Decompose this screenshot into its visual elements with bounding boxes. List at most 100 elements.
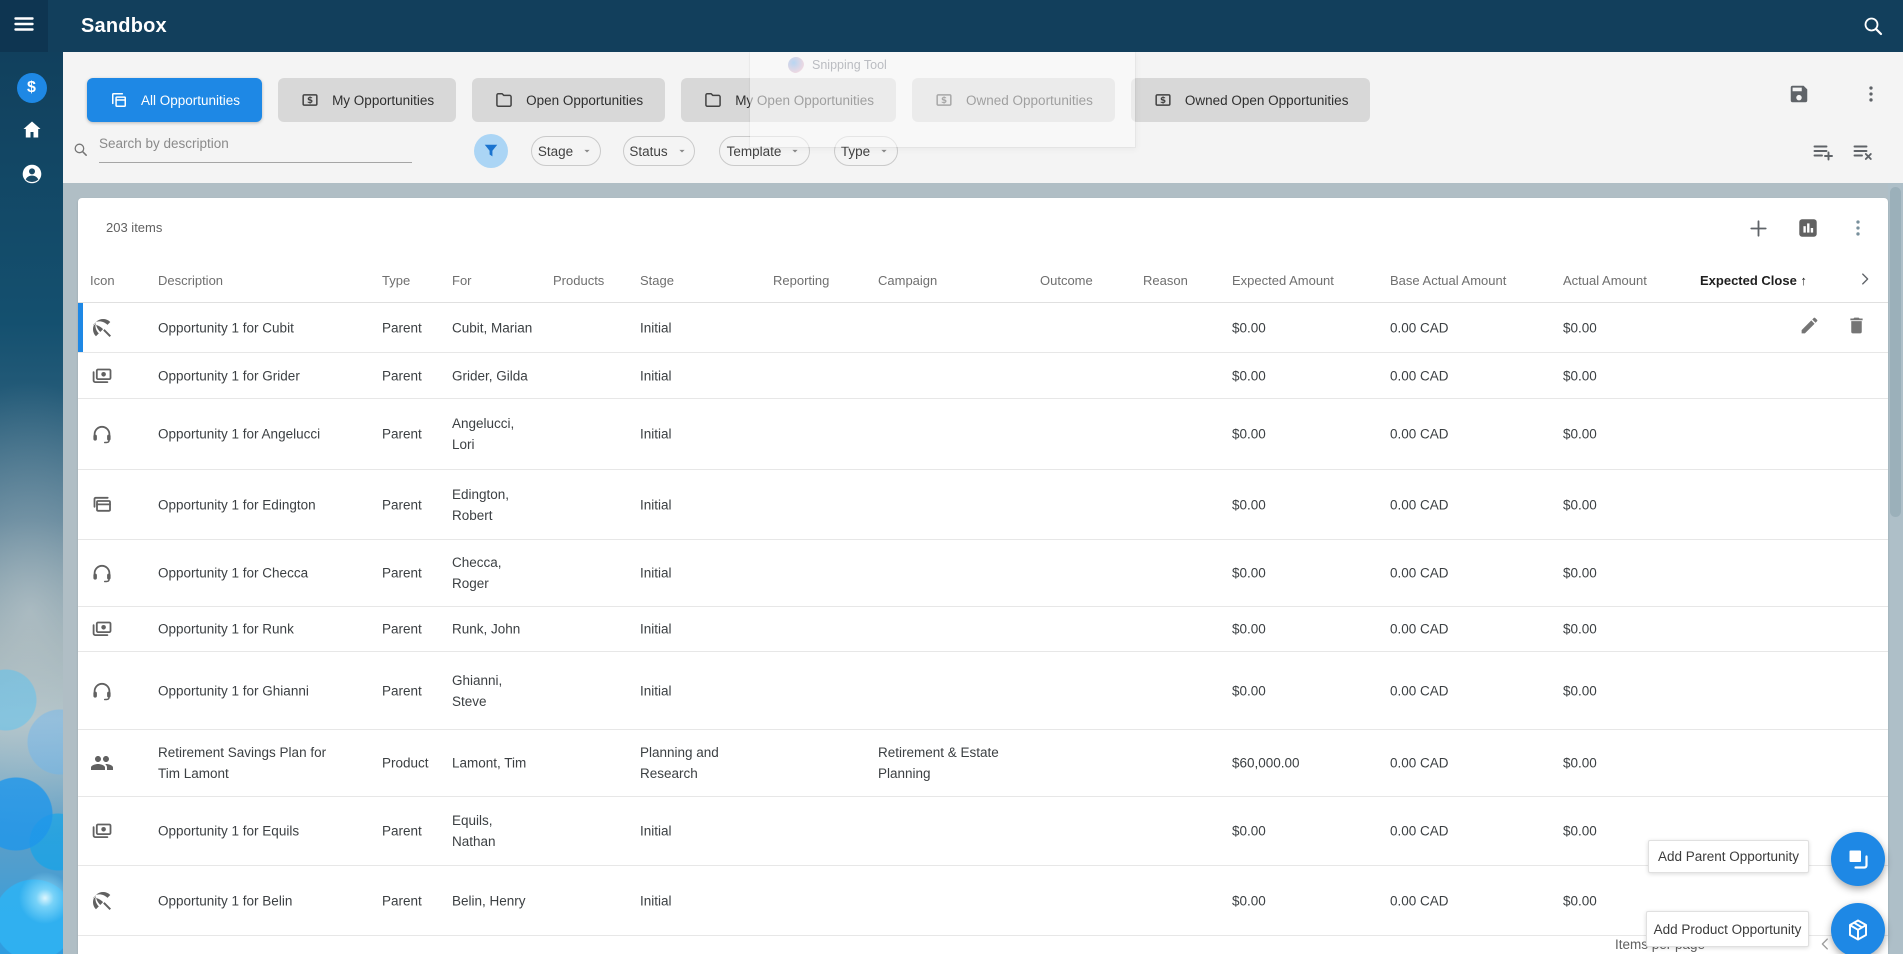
payments-icon: [90, 617, 114, 641]
snipping-tool-title: Snipping Tool: [812, 58, 887, 72]
table-row-5[interactable]: Opportunity 1 for Checca Parent Checca, Ro…: [78, 540, 1888, 607]
cell-actual-amount: $0.00: [1563, 368, 1597, 383]
add-parent-opportunity-fab[interactable]: [1831, 832, 1885, 886]
menu-button[interactable]: [0, 0, 48, 52]
vertical-scrollbar[interactable]: [1888, 183, 1903, 954]
tooltip-add-parent-opportunity: Add Parent Opportunity: [1648, 840, 1809, 873]
cell-stage: Initial: [640, 621, 672, 637]
cell-actual-amount: $0.00: [1563, 426, 1597, 442]
table-row-10[interactable]: Opportunity 1 for Belin Parent Belin, Henr…: [78, 866, 1888, 936]
headset-icon: [90, 422, 114, 446]
cell-type: Parent: [382, 426, 422, 442]
cell-description: Retirement Savings Plan for Tim Lamont: [158, 745, 327, 781]
cell-expected-amount: $0.00: [1232, 565, 1266, 581]
umbrella-icon: [90, 889, 114, 913]
column-header-products[interactable]: Products: [553, 273, 604, 288]
cell-actual-amount: $0.00: [1563, 893, 1597, 908]
filter-chip-stage[interactable]: Stage: [531, 136, 601, 166]
cell-description: Opportunity 1 for Grider: [158, 368, 300, 383]
column-header-base-actual-amount[interactable]: Base Actual Amount: [1390, 273, 1506, 288]
rail-item-account[interactable]: [0, 154, 63, 198]
column-header-for[interactable]: For: [452, 273, 472, 288]
pagination-bar: Items per page: [78, 933, 1888, 954]
cell-base-actual-amount: 0.00 CAD: [1390, 621, 1449, 637]
headset-icon: [90, 561, 114, 585]
table-row-1[interactable]: Opportunity 1 for Cubit Parent Cubit, Mari…: [78, 303, 1888, 353]
table-row-7[interactable]: Opportunity 1 for Ghianni Parent Ghianni, …: [78, 652, 1888, 730]
column-header-outcome[interactable]: Outcome: [1040, 273, 1093, 288]
cell-stage: Planning and Research: [640, 745, 719, 781]
add-to-list-icon-button[interactable]: [1811, 140, 1835, 164]
column-header-type[interactable]: Type: [382, 273, 410, 288]
money-box-icon: $: [300, 90, 320, 110]
cell-actual-amount: $0.00: [1563, 683, 1597, 698]
save-view-button[interactable]: [1787, 82, 1811, 106]
caret-down-icon: [675, 144, 689, 158]
filter-chip-status[interactable]: Status: [623, 136, 695, 166]
view-tab-label: Owned Open Opportunities: [1184, 92, 1349, 108]
view-tab-all-opportunities[interactable]: All Opportunities: [87, 78, 263, 122]
remove-from-list-icon-button[interactable]: [1851, 140, 1875, 164]
column-header-icon[interactable]: Icon: [90, 273, 115, 288]
filter-funnel-button[interactable]: [474, 134, 508, 168]
cell-actual-amount: $0.00: [1563, 755, 1597, 771]
column-header-description[interactable]: Description: [158, 273, 223, 288]
payments-icon: [90, 819, 114, 843]
view-tab-my-opportunities[interactable]: $ My Opportunities: [278, 78, 457, 122]
table-row-3[interactable]: Opportunity 1 for Angelucci Parent Angeluc…: [78, 399, 1888, 470]
more-columns-chevron[interactable]: [1856, 270, 1874, 288]
rail-item-opportunities[interactable]: $: [0, 66, 63, 110]
table-row-6[interactable]: Opportunity 1 for Runk Parent Runk, John In…: [78, 607, 1888, 652]
column-header-expected-amount[interactable]: Expected Amount: [1232, 273, 1334, 288]
table-row-8[interactable]: Retirement Savings Plan for Tim Lamont Pr…: [78, 730, 1888, 797]
view-options-kebab-button[interactable]: [1859, 82, 1883, 106]
cell-stage: Initial: [640, 320, 672, 335]
cell-description: Opportunity 1 for Runk: [158, 621, 294, 637]
saved-view-tabs: All Opportunities $ My Opportunities Open O…: [87, 78, 1371, 122]
umbrella-icon: [90, 316, 114, 340]
column-header-stage[interactable]: Stage: [640, 273, 674, 288]
hamburger-menu-icon: [12, 12, 36, 41]
cell-description: Opportunity 1 for Cubit: [158, 320, 294, 335]
cell-for: Angelucci, Lori: [452, 416, 515, 452]
view-tab-label: Open Opportunities: [526, 92, 644, 108]
items-count: 203 items: [106, 220, 163, 235]
cell-stage: Initial: [640, 497, 672, 512]
search-input[interactable]: [99, 136, 412, 151]
view-tab-owned-open-opportunities[interactable]: $ Owned Open Opportunities: [1130, 78, 1371, 122]
cell-stage: Initial: [640, 683, 672, 698]
cell-actual-amount: $0.00: [1563, 497, 1597, 512]
add-item-button[interactable]: [1746, 216, 1770, 240]
table-header: Icon Description Type For Products Stage Repor…: [78, 258, 1888, 303]
rail-item-home[interactable]: [0, 110, 63, 154]
scrollbar-thumb[interactable]: [1890, 187, 1901, 517]
view-tab-label: My Opportunities: [332, 92, 435, 108]
left-nav-rail: $: [0, 52, 63, 954]
column-header-campaign[interactable]: Campaign: [878, 273, 937, 288]
chart-view-button[interactable]: [1796, 216, 1820, 240]
cell-base-actual-amount: 0.00 CAD: [1390, 565, 1449, 581]
cell-base-actual-amount: 0.00 CAD: [1390, 426, 1449, 442]
column-header-actual-amount[interactable]: Actual Amount: [1563, 273, 1647, 288]
table-row-2[interactable]: Opportunity 1 for Grider Parent Grider, Gi…: [78, 353, 1888, 399]
cell-for: Ghianni, Steve: [452, 672, 503, 709]
cell-stage: Initial: [640, 426, 672, 442]
cell-base-actual-amount: 0.00 CAD: [1390, 497, 1449, 512]
cell-type: Parent: [382, 893, 422, 908]
column-header-reason[interactable]: Reason: [1143, 273, 1188, 288]
list-options-kebab-button[interactable]: [1846, 216, 1870, 240]
table-row-9[interactable]: Opportunity 1 for Equils Parent Equils, Na…: [78, 797, 1888, 866]
view-tab-open-opportunities[interactable]: Open Opportunities: [472, 78, 666, 122]
delete-trash-icon[interactable]: [1846, 315, 1867, 341]
table-row-4[interactable]: Opportunity 1 for Edington Parent Edington…: [78, 470, 1888, 540]
folder-icon: [494, 90, 514, 110]
column-header-expected-close[interactable]: Expected Close ↑: [1700, 273, 1807, 288]
column-header-reporting[interactable]: Reporting: [773, 273, 829, 288]
cell-expected-amount: $0.00: [1232, 426, 1266, 442]
cell-stage: Initial: [640, 565, 672, 581]
global-search-button[interactable]: [1861, 14, 1885, 38]
edit-pencil-icon[interactable]: [1799, 315, 1820, 341]
add-product-opportunity-fab[interactable]: [1831, 903, 1885, 954]
cell-stage: Initial: [640, 368, 672, 383]
cell-expected-amount: $0.00: [1232, 621, 1266, 637]
